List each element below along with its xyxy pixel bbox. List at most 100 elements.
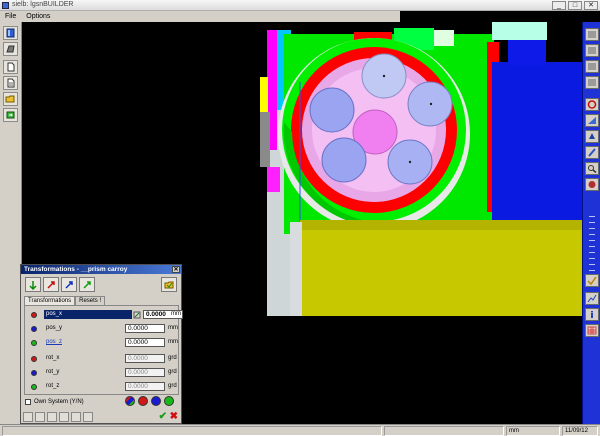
menu-file[interactable]: File: [5, 11, 16, 22]
tab-resets[interactable]: Resets !: [75, 296, 106, 305]
bottom-tool-1[interactable]: [23, 412, 33, 422]
cancel-button[interactable]: ✖: [170, 411, 178, 422]
window-title: sielb: lgsnBUILDER: [12, 1, 74, 8]
export-button[interactable]: [3, 108, 18, 122]
dialog-title-bar[interactable]: Transformations - __prism carroy ✕: [21, 265, 181, 274]
view-button-3[interactable]: [585, 60, 599, 73]
pos-z-label[interactable]: pos_z: [44, 338, 132, 347]
status-unit: mm: [506, 426, 560, 436]
y-axis-button[interactable]: [151, 396, 161, 406]
roller-center-mark: [429, 102, 433, 106]
shape-icon: [6, 45, 15, 53]
open-folder-button[interactable]: [3, 92, 18, 106]
move-blue-button[interactable]: [61, 277, 77, 292]
rotate-view-button[interactable]: [585, 98, 599, 111]
edit-button[interactable]: [585, 274, 599, 287]
pos-z-unit: mm: [168, 339, 178, 345]
check-icon: [587, 276, 597, 285]
bottom-tool-3[interactable]: [47, 412, 57, 422]
arrow-down-icon: [29, 280, 37, 290]
pointer-icon: [589, 133, 595, 139]
row-rot-x: rot_x 0.0000 grd: [25, 353, 180, 365]
zoom-button[interactable]: [585, 162, 599, 175]
pale-block: [434, 30, 454, 46]
dialog-tabs: Transformations Resets !: [24, 296, 106, 305]
close-button[interactable]: ✕: [584, 1, 598, 10]
render-button[interactable]: [585, 178, 599, 191]
row-rot-y: rot_y 0.0000 grd: [25, 367, 180, 379]
green-dot-icon: [31, 340, 37, 346]
app-icon: [2, 2, 9, 9]
gray-block: [260, 112, 270, 167]
red-dot-icon: [31, 312, 37, 318]
tab-transformations[interactable]: Transformations: [24, 296, 76, 305]
view-button-2[interactable]: [585, 44, 599, 57]
ok-button[interactable]: ✔: [159, 411, 167, 422]
yellow-base-edge: [300, 220, 582, 230]
rot-x-field: 0.0000: [125, 354, 165, 363]
grid-button[interactable]: [585, 324, 599, 337]
cube-icon: [6, 28, 15, 38]
all-axes-button[interactable]: [125, 396, 135, 406]
folder-icon: [5, 95, 15, 103]
move-green-button[interactable]: [79, 277, 95, 292]
view-button-1[interactable]: [585, 28, 599, 41]
document-button[interactable]: [3, 76, 18, 90]
pos-y-field[interactable]: 0.0000: [125, 324, 165, 333]
bottom-tool-2[interactable]: [35, 412, 45, 422]
row-pos-y: pos_y 0.0000 mm: [25, 323, 180, 335]
pen-button[interactable]: [585, 146, 599, 159]
sphere-icon: [588, 181, 596, 188]
blue-block: [492, 62, 582, 232]
pos-y-label[interactable]: pos_y: [44, 324, 132, 333]
new-file-button[interactable]: [3, 60, 18, 74]
arrow-blue-icon: [65, 280, 73, 289]
view-button-4[interactable]: [585, 76, 599, 89]
square-icon: [588, 63, 596, 70]
export-icon: [6, 111, 15, 119]
yellow-base: [300, 220, 582, 316]
measure-button[interactable]: [585, 114, 599, 127]
info-button[interactable]: [585, 308, 599, 321]
square-icon: [588, 79, 596, 86]
dialog-close-button[interactable]: ✕: [172, 266, 180, 273]
info-icon: [591, 311, 593, 318]
select-tool-button[interactable]: [3, 26, 18, 40]
maximize-button[interactable]: □: [568, 1, 582, 10]
minimize-button[interactable]: _: [552, 1, 566, 10]
bottom-tool-4[interactable]: [59, 412, 69, 422]
z-axis-button[interactable]: [164, 396, 174, 406]
chart-button[interactable]: [585, 292, 599, 305]
magenta-block: [267, 167, 280, 192]
pos-x-label[interactable]: pos_x: [44, 310, 132, 319]
shape-tool-button[interactable]: [3, 42, 18, 56]
apply-transform-button[interactable]: [161, 277, 177, 292]
red-dot-icon: [31, 356, 37, 362]
status-message: [2, 426, 382, 436]
rot-z-unit: grd: [168, 383, 177, 389]
own-system-checkbox[interactable]: [25, 399, 31, 405]
pointer-button[interactable]: [585, 130, 599, 143]
green-dot-icon: [31, 384, 37, 390]
own-system-option[interactable]: Own System (Y/N): [25, 399, 84, 405]
roller-bottom-left: [321, 137, 367, 183]
edit-icon[interactable]: [133, 311, 141, 319]
blue-block-top: [508, 40, 546, 65]
ruler-icon: [588, 117, 596, 124]
window-controls: _ □ ✕: [552, 1, 598, 10]
translate-button[interactable]: [25, 277, 41, 292]
blue-dot-icon: [31, 326, 37, 332]
pos-z-field[interactable]: 0.0000: [125, 338, 165, 347]
move-red-button[interactable]: [43, 277, 59, 292]
row-pos-x: pos_x 0.0000 mm: [25, 309, 183, 321]
x-axis-button[interactable]: [138, 396, 148, 406]
menu-options[interactable]: Options: [26, 11, 50, 22]
bottom-tool-5[interactable]: [71, 412, 81, 422]
pos-y-unit: mm: [168, 325, 178, 331]
rotate-icon: [587, 100, 597, 109]
status-info: [384, 426, 504, 436]
status-date: 11/09/12: [562, 426, 598, 436]
folder-check-icon: [164, 281, 174, 288]
dialog-toolbar: [25, 277, 95, 293]
key-icon[interactable]: [83, 412, 93, 422]
